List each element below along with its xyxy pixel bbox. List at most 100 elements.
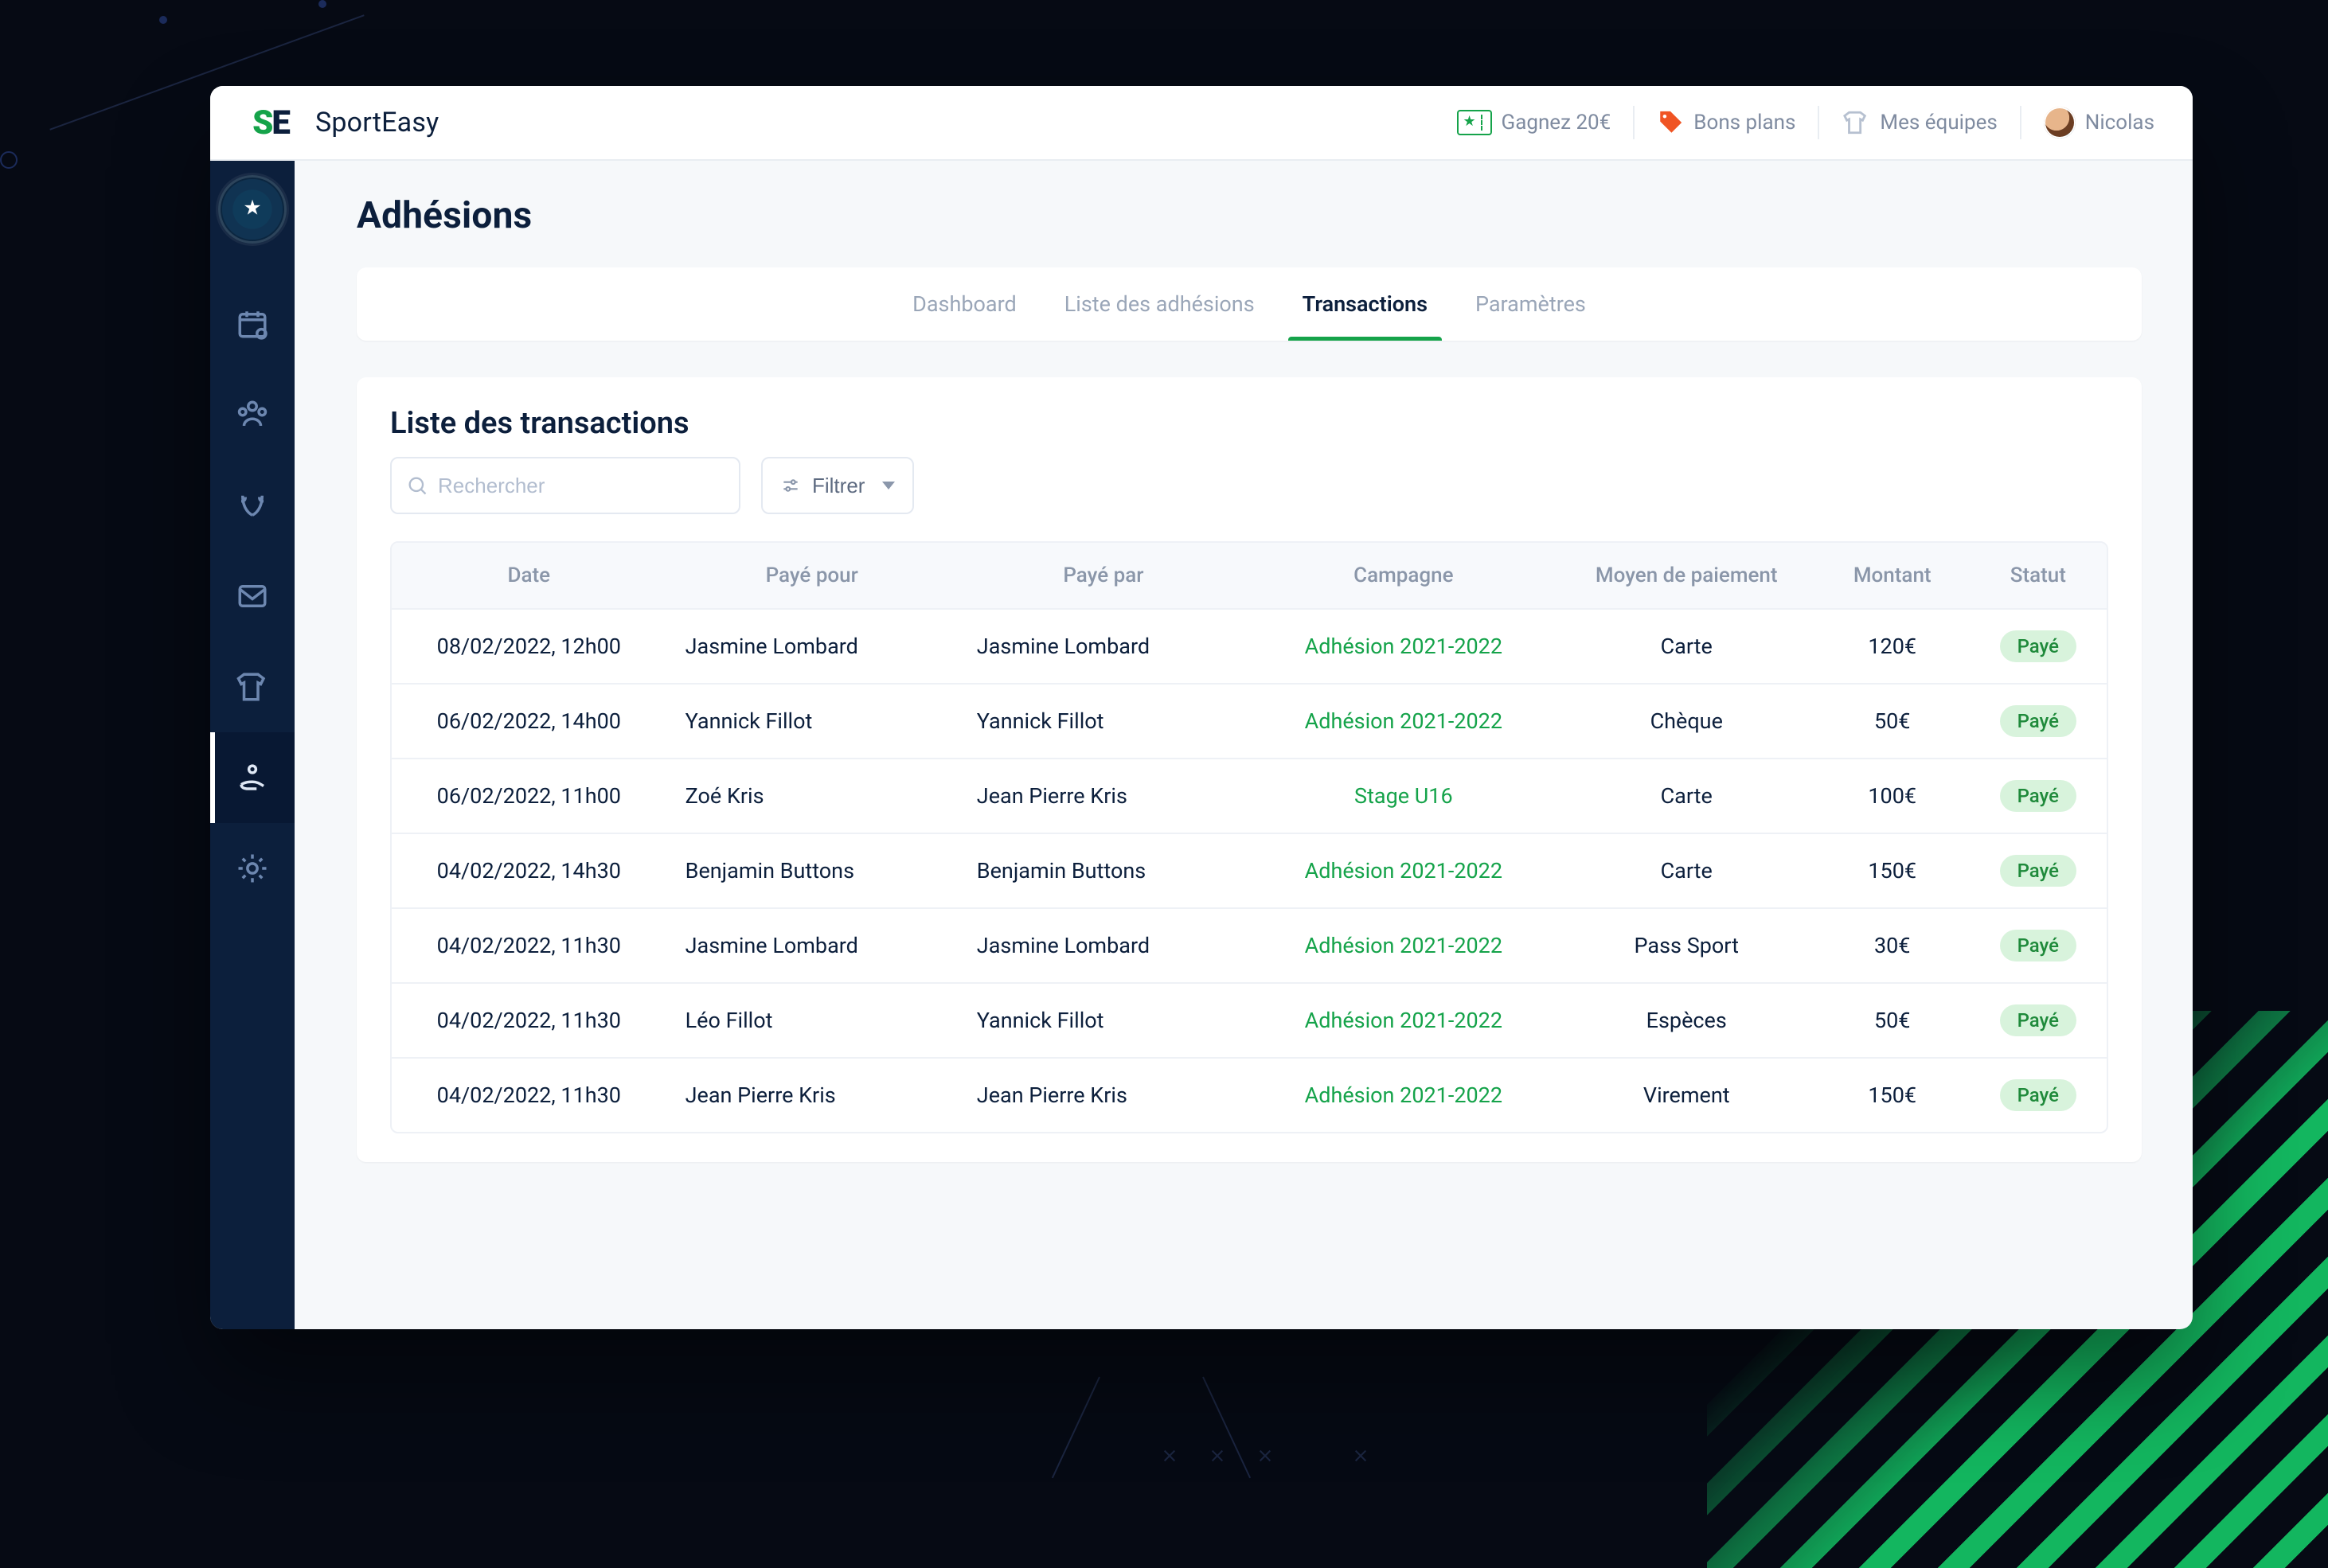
col-amount[interactable]: Montant	[1815, 543, 1970, 609]
panel-title: Liste des transactions	[390, 406, 2108, 441]
brand-logo-icon: SE	[237, 101, 304, 144]
cell-means: Pass Sport	[1558, 908, 1815, 983]
my-teams-button[interactable]: Mes équipes	[1842, 109, 1997, 136]
cell-status: Payé	[1970, 609, 2107, 684]
table-row[interactable]: 04/02/2022, 11h30Jean Pierre KrisJean Pi…	[392, 1058, 2107, 1132]
table-row[interactable]: 04/02/2022, 11h30Jasmine LombardJasmine …	[392, 908, 2107, 983]
cell-campaign[interactable]: Adhésion 2021-2022	[1249, 1058, 1558, 1132]
deals-label: Bons plans	[1693, 111, 1795, 135]
cell-status: Payé	[1970, 833, 2107, 908]
cell-payer: Jean Pierre Kris	[958, 759, 1249, 833]
avatar-icon	[2044, 107, 2076, 138]
cell-means: Carte	[1558, 833, 1815, 908]
deals-button[interactable]: Bons plans	[1657, 109, 1795, 136]
cell-amount: 50€	[1815, 684, 1970, 759]
ticket-icon	[1457, 110, 1492, 135]
cell-status: Payé	[1970, 908, 2107, 983]
rail-item-settings[interactable]	[210, 823, 295, 914]
search-input-wrapper[interactable]	[390, 457, 740, 514]
status-badge: Payé	[2000, 1079, 2076, 1111]
rail-item-members[interactable]	[210, 369, 295, 460]
bg-decoration	[159, 16, 167, 24]
tab-dashboard[interactable]: Dashboard	[890, 267, 1039, 341]
cell-payee: Benjamin Buttons	[666, 833, 958, 908]
cell-campaign[interactable]: Adhésion 2021-2022	[1249, 983, 1558, 1058]
status-badge: Payé	[2000, 780, 2076, 812]
table-row[interactable]: 06/02/2022, 14h00Yannick FillotYannick F…	[392, 684, 2107, 759]
cell-date: 06/02/2022, 14h00	[392, 684, 666, 759]
table-row[interactable]: 08/02/2022, 12h00Jasmine LombardJasmine …	[392, 609, 2107, 684]
earn-button[interactable]: Gagnez 20€	[1457, 110, 1611, 135]
table-row[interactable]: 06/02/2022, 11h00Zoé KrisJean Pierre Kri…	[392, 759, 2107, 833]
col-payee[interactable]: Payé pour	[666, 543, 958, 609]
rail-item-memberships[interactable]	[210, 732, 295, 823]
col-campaign[interactable]: Campagne	[1249, 543, 1558, 609]
my-teams-label: Mes équipes	[1880, 111, 1997, 135]
rail-item-messages[interactable]	[210, 551, 295, 642]
cell-means: Carte	[1558, 759, 1815, 833]
page-title: Adhésions	[357, 194, 2142, 237]
cell-campaign[interactable]: Adhésion 2021-2022	[1249, 684, 1558, 759]
table-row[interactable]: 04/02/2022, 11h30Léo FillotYannick Fillo…	[392, 983, 2107, 1058]
cell-payee: Jasmine Lombard	[666, 908, 958, 983]
status-badge: Payé	[2000, 630, 2076, 662]
cell-amount: 150€	[1815, 833, 1970, 908]
cell-amount: 50€	[1815, 983, 1970, 1058]
cell-status: Payé	[1970, 684, 2107, 759]
cell-payer: Jean Pierre Kris	[958, 1058, 1249, 1132]
chevron-down-icon	[882, 482, 895, 490]
divider	[1818, 106, 1819, 139]
bg-decoration	[1083, 1377, 1401, 1472]
cell-status: Payé	[1970, 1058, 2107, 1132]
club-badge-icon[interactable]	[218, 175, 287, 244]
cell-payee: Jean Pierre Kris	[666, 1058, 958, 1132]
search-input[interactable]	[438, 474, 725, 498]
rail-item-calendar[interactable]	[210, 279, 295, 369]
cell-date: 04/02/2022, 11h30	[392, 1058, 666, 1132]
filter-button[interactable]: Filtrer	[761, 457, 914, 514]
table-row[interactable]: 04/02/2022, 14h30Benjamin ButtonsBenjami…	[392, 833, 2107, 908]
search-icon	[406, 474, 428, 497]
brand[interactable]: SE SportEasy	[237, 101, 439, 144]
cell-date: 06/02/2022, 11h00	[392, 759, 666, 833]
transactions-panel: Liste des transactions Filtrer	[357, 377, 2142, 1162]
cell-payer: Benjamin Buttons	[958, 833, 1249, 908]
cell-date: 08/02/2022, 12h00	[392, 609, 666, 684]
cell-amount: 150€	[1815, 1058, 1970, 1132]
main-content: Adhésions Dashboard Liste des adhésions …	[295, 161, 2193, 1329]
laurel-icon	[236, 489, 269, 522]
tab-members-list[interactable]: Liste des adhésions	[1042, 267, 1277, 341]
cell-payer: Jasmine Lombard	[958, 609, 1249, 684]
col-date[interactable]: Date	[392, 543, 666, 609]
cell-date: 04/02/2022, 11h30	[392, 908, 666, 983]
col-means[interactable]: Moyen de paiement	[1558, 543, 1815, 609]
divider	[2020, 106, 2021, 139]
topbar-right: Gagnez 20€ Bons plans Mes équipes Nicola…	[1457, 106, 2155, 139]
bg-decoration	[0, 151, 18, 169]
tabs: Dashboard Liste des adhésions Transactio…	[357, 267, 2142, 341]
tab-transactions[interactable]: Transactions	[1280, 267, 1450, 341]
user-menu-button[interactable]: Nicolas	[2044, 107, 2154, 138]
cell-campaign[interactable]: Adhésion 2021-2022	[1249, 833, 1558, 908]
tab-settings[interactable]: Paramètres	[1453, 267, 1608, 341]
mail-icon	[236, 579, 269, 613]
cell-campaign[interactable]: Stage U16	[1249, 759, 1558, 833]
table-header-row: Date Payé pour Payé par Campagne Moyen d…	[392, 543, 2107, 609]
sliders-icon	[780, 475, 801, 496]
col-payer[interactable]: Payé par	[958, 543, 1249, 609]
cell-campaign[interactable]: Adhésion 2021-2022	[1249, 609, 1558, 684]
cell-date: 04/02/2022, 11h30	[392, 983, 666, 1058]
jersey-icon	[236, 670, 269, 704]
calendar-icon	[236, 307, 269, 341]
cell-status: Payé	[1970, 759, 2107, 833]
cell-campaign[interactable]: Adhésion 2021-2022	[1249, 908, 1558, 983]
col-status[interactable]: Statut	[1970, 543, 2107, 609]
rail-item-shop[interactable]	[210, 642, 295, 732]
user-name-label: Nicolas	[2085, 111, 2154, 135]
cell-means: Espèces	[1558, 983, 1815, 1058]
status-badge: Payé	[2000, 930, 2076, 961]
rail-item-trophies[interactable]	[210, 460, 295, 551]
panel-controls: Filtrer	[390, 457, 2108, 514]
people-icon	[236, 398, 269, 431]
transactions-table-wrapper: Date Payé pour Payé par Campagne Moyen d…	[390, 541, 2108, 1133]
